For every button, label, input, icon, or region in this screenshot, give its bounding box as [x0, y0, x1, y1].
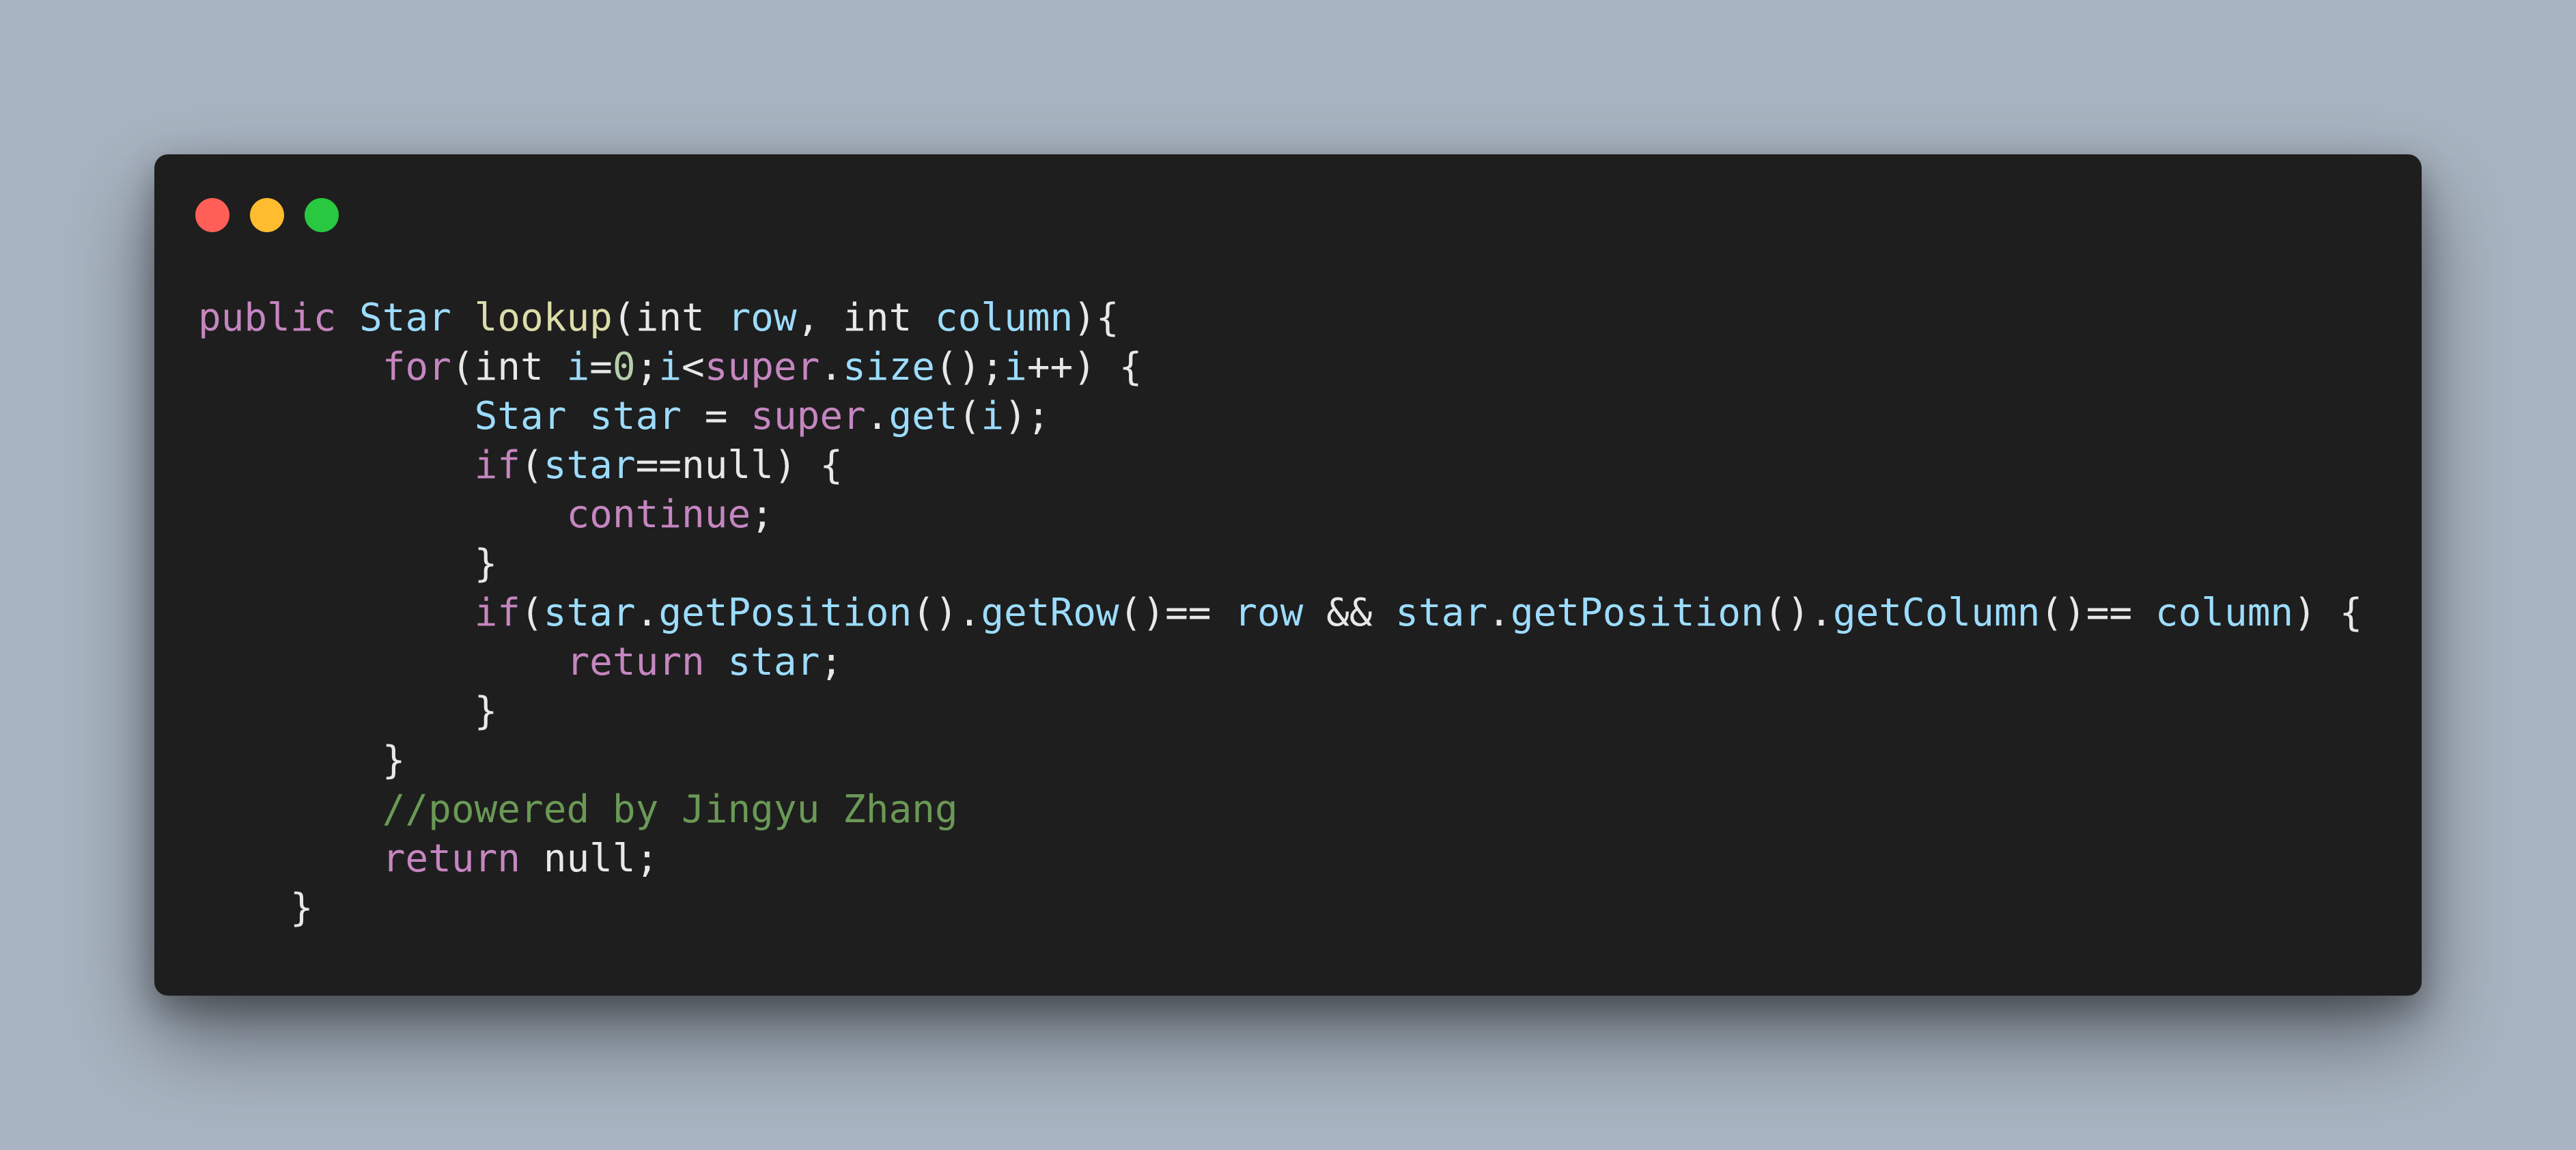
code-token: star [589, 394, 682, 438]
code-token: ()== [2040, 591, 2155, 635]
code-token: lookup [474, 296, 613, 340]
code-line: public Star lookup(int row, int column){ [198, 294, 2362, 343]
code-token: public [198, 296, 337, 340]
code-line: continue; [198, 490, 2362, 539]
code-token: row [727, 296, 797, 340]
code-token: super [751, 394, 866, 438]
code-token: 0 [612, 345, 636, 389]
code-token: star [727, 640, 820, 684]
code-token: (); [934, 345, 1005, 389]
code-token: star [543, 443, 636, 488]
code-token: . [1487, 591, 1511, 635]
code-token: , int [796, 296, 935, 340]
code-line: } [198, 687, 2362, 736]
code-token: getPosition [658, 591, 912, 635]
code-token: column [2155, 591, 2294, 635]
code-token: ) { [2293, 591, 2363, 635]
code-token: super [704, 345, 820, 389]
code-token: ; [820, 640, 843, 684]
code-token: if [474, 443, 521, 488]
code-token: getPosition [1510, 591, 1764, 635]
code-token: star [1395, 591, 1488, 635]
code-token: i [658, 345, 682, 389]
maximize-button[interactable] [305, 198, 339, 232]
code-block: public Star lookup(int row, int column){… [198, 294, 2362, 933]
code-token: ()== [1119, 591, 1235, 635]
code-token: get [888, 394, 958, 438]
code-token: size [843, 345, 935, 389]
minimize-button[interactable] [250, 198, 284, 232]
code-line: if(star==null) { [198, 441, 2362, 490]
code-token: } [198, 738, 406, 783]
code-token: ; [751, 492, 774, 537]
code-token: Star [359, 296, 451, 340]
code-token: star [543, 591, 636, 635]
code-token: for [382, 345, 451, 389]
code-window: public Star lookup(int row, int column){… [154, 154, 2422, 996]
code-token: ); [1004, 394, 1050, 438]
code-token: return [566, 640, 705, 684]
code-token: < [682, 345, 705, 389]
code-line: return null; [198, 835, 2362, 884]
code-line: } [198, 736, 2362, 785]
code-token: return [382, 837, 521, 881]
code-token: (). [1763, 591, 1833, 635]
code-token: ){ [1073, 296, 1119, 340]
code-token: getRow [981, 591, 1119, 635]
window-controls [195, 198, 339, 232]
close-button[interactable] [195, 198, 229, 232]
code-token: ; [635, 345, 659, 389]
code-line: } [198, 884, 2362, 933]
code-token: } [198, 689, 498, 733]
code-token: row [1234, 591, 1304, 635]
code-token: . [865, 394, 889, 438]
code-token: ( [957, 394, 981, 438]
code-token: getColumn [1832, 591, 2041, 635]
code-token: (int [612, 296, 728, 340]
code-token: i [981, 394, 1005, 438]
code-token: } [198, 542, 498, 586]
code-token: Star [474, 394, 567, 438]
code-token: i [1004, 345, 1027, 389]
code-token: = [589, 345, 613, 389]
code-token: column [934, 296, 1074, 340]
code-line: Star star = super.get(i); [198, 392, 2362, 441]
code-token: ( [520, 443, 544, 488]
code-token: ++) { [1026, 345, 1143, 389]
code-line: //powered by Jingyu Zhang [198, 785, 2362, 835]
code-token: } [198, 886, 313, 930]
code-line: } [198, 539, 2362, 589]
code-line: return star; [198, 638, 2362, 687]
code-line: for(int i=0;i<super.size();i++) { [198, 343, 2362, 392]
code-token: . [635, 591, 659, 635]
code-token: (int [451, 345, 567, 389]
code-token: = [682, 394, 751, 438]
code-token: ( [520, 591, 544, 635]
code-token: null; [520, 837, 659, 881]
code-token: i [566, 345, 590, 389]
code-token: continue [566, 492, 751, 537]
code-token: ==null) { [635, 443, 843, 488]
code-token: if [474, 591, 521, 635]
code-token: . [820, 345, 843, 389]
code-token: (). [912, 591, 981, 635]
code-line: if(star.getPosition().getRow()== row && … [198, 589, 2363, 638]
code-token: //powered by Jingyu Zhang [382, 787, 958, 832]
code-token: && [1303, 591, 1396, 635]
